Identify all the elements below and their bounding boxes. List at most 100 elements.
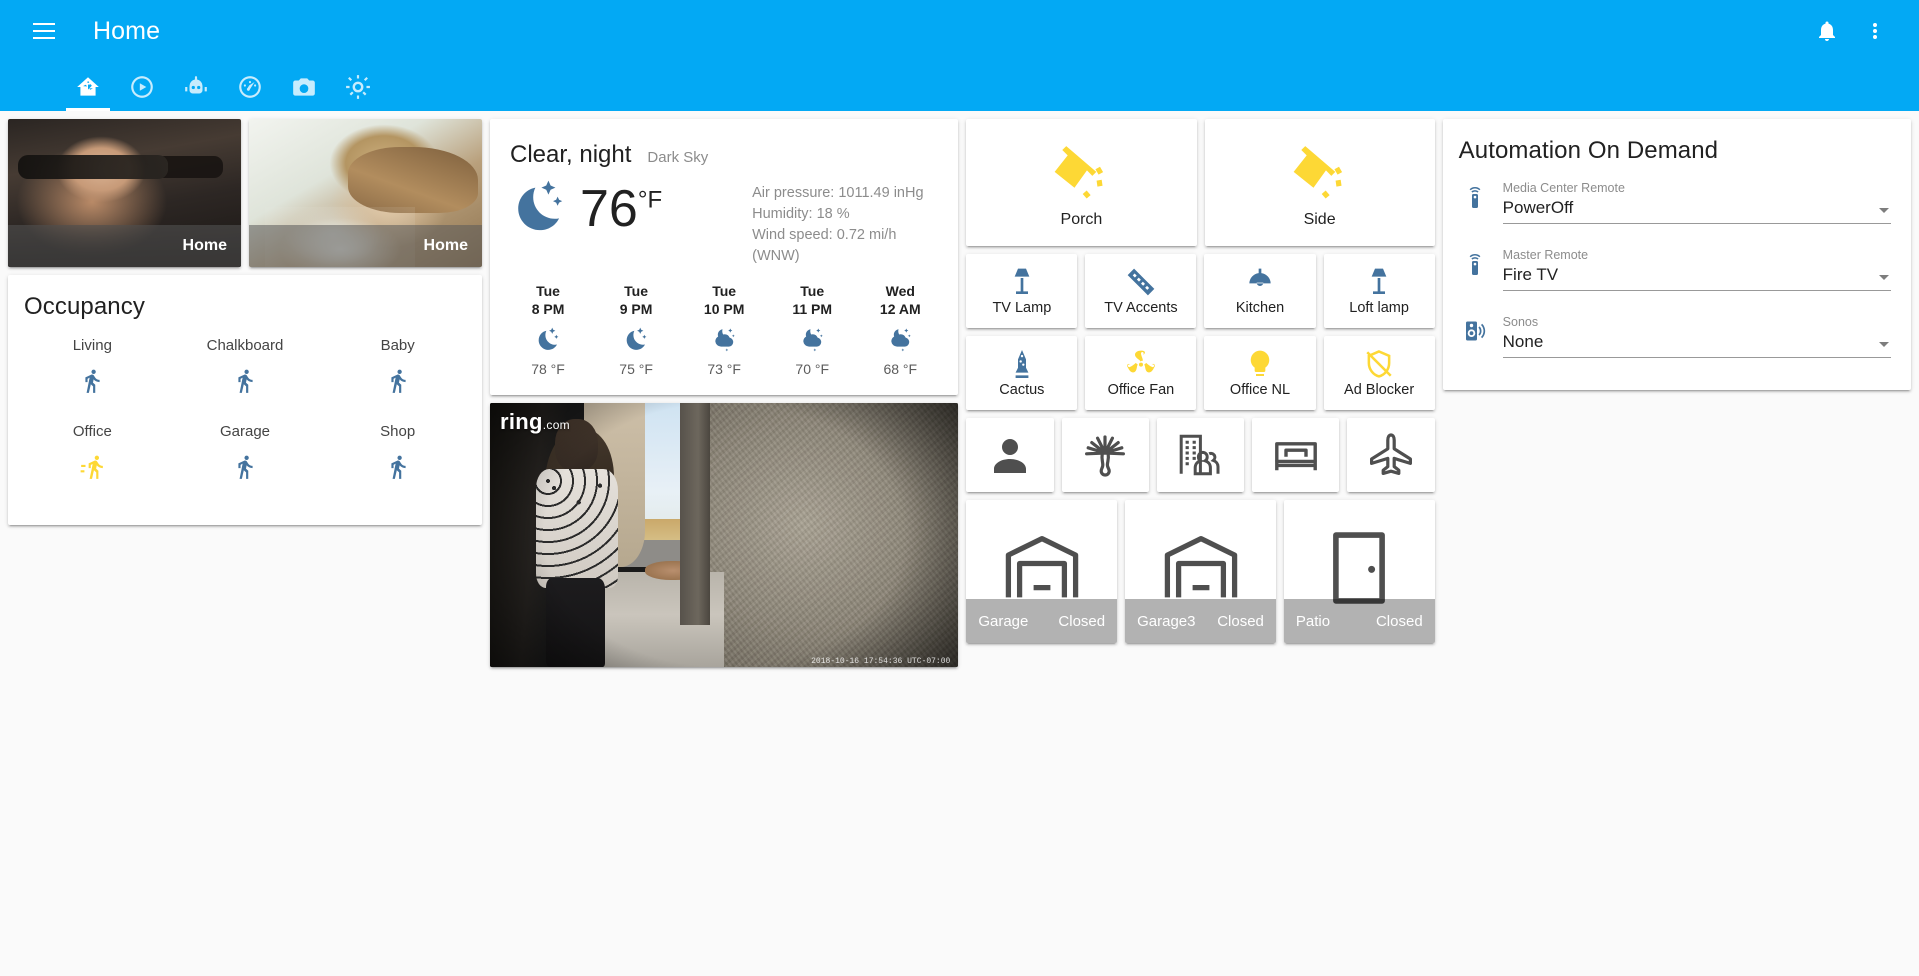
floodlight-row: Porch Side [966, 119, 1435, 246]
remote-icon [1463, 252, 1503, 291]
cover-label: Garage3 [1137, 612, 1196, 630]
person-card-1[interactable]: Home [8, 119, 241, 267]
tab-home[interactable] [62, 62, 114, 111]
led-strip-icon [1127, 268, 1155, 296]
tab-automation[interactable] [170, 62, 222, 111]
camera-card[interactable]: ring.com 2018-10-16 17:54:36 UTC-07:00 [490, 403, 959, 668]
light-label: Porch [1060, 210, 1103, 228]
walk-icon [232, 368, 258, 399]
light-button-loft-lamp[interactable]: Loft lamp [1323, 254, 1435, 328]
column-4: Automation On Demand Media Center Remote… [1439, 115, 1915, 402]
weather-night-icon [515, 318, 581, 361]
tab-cameras[interactable] [278, 62, 330, 111]
select-media-center-remote[interactable]: Media Center Remote PowerOff [1502, 181, 1891, 224]
scene-bed[interactable] [1252, 418, 1340, 492]
airplane-icon [1370, 433, 1413, 475]
toolbar: Home [0, 0, 1919, 62]
dots-vertical-icon[interactable] [1851, 7, 1899, 55]
light-button-tv-accents[interactable]: TV Accents [1085, 254, 1197, 328]
cover-card-garage[interactable]: Garage Closed [966, 500, 1118, 643]
person-cards-row: Home Home [8, 119, 482, 267]
weather-condition: Clear, night [510, 141, 632, 168]
occupancy-sensor-chalkboard[interactable]: Chalkboard [169, 331, 322, 413]
select-row-sonos: Sonos None [1443, 309, 1911, 362]
tab-sensors[interactable] [224, 62, 276, 111]
light-label: Kitchen [1235, 300, 1285, 316]
switch-button-ad-blocker[interactable]: Ad Blocker [1323, 336, 1435, 410]
forecast-temp: 75 °F [619, 361, 653, 378]
person-card-2[interactable]: Home [249, 119, 482, 267]
cover-state: Closed [1375, 612, 1423, 630]
weather-card[interactable]: Clear, night Dark Sky 76°F Air pressure:… [490, 119, 959, 396]
forecast-time: 12 AM [879, 300, 921, 317]
scene-airplane[interactable] [1347, 418, 1435, 492]
scene-palm[interactable] [1061, 418, 1149, 492]
page-title: Home [93, 16, 161, 45]
occupancy-label: Office [72, 423, 112, 440]
forecast-time: 8 PM [531, 300, 565, 317]
select-sonos[interactable]: Sonos None [1502, 315, 1891, 358]
occupancy-sensor-living[interactable]: Living [16, 331, 169, 413]
scene-account[interactable] [966, 418, 1054, 492]
cover-state: Closed [1058, 612, 1106, 630]
cover-footer: Garage3 Closed [1125, 599, 1276, 643]
light-button-porch[interactable]: Porch [966, 119, 1197, 246]
bell-icon[interactable] [1803, 7, 1851, 55]
occupancy-sensor-office[interactable]: Office [16, 417, 169, 499]
light-label: TV Accents [1104, 300, 1178, 316]
forecast-day: Tue [624, 283, 649, 300]
tab-media[interactable] [116, 62, 168, 111]
remote-icon [1463, 185, 1503, 224]
forecast-temp: 73 °F [707, 361, 741, 378]
fan-icon [1127, 350, 1155, 373]
person-state-2: Home [249, 225, 482, 267]
occupancy-label: Garage [219, 423, 271, 440]
cover-footer: Patio Closed [1283, 599, 1435, 643]
automation-card: Automation On Demand Media Center Remote… [1442, 119, 1911, 390]
light-button-tv-lamp[interactable]: TV Lamp [966, 254, 1078, 328]
walk-icon [79, 368, 105, 399]
switch-button-office-fan[interactable]: Office Fan [1085, 336, 1197, 410]
forecast-day: Wed [885, 283, 915, 300]
chevron-down-icon[interactable] [1878, 275, 1889, 280]
cover-card-patio[interactable]: Patio Closed [1283, 500, 1435, 643]
column-3: Porch Side TV Lamp TV Accents Kitchen Lo… [962, 115, 1438, 647]
forecast-item: Wed 12 AM 68 °F [867, 283, 933, 377]
forecast-temp: 70 °F [795, 361, 830, 378]
weather-night-partly-cloudy-icon [691, 318, 757, 361]
weather-temperature: 76°F [580, 183, 662, 235]
light-button-side[interactable]: Side [1204, 119, 1435, 246]
forecast-time: 11 PM [792, 300, 833, 317]
weather-pressure: Air pressure: 1011.49 inHg [752, 185, 924, 201]
weather-main: 76°F Air pressure: 1011.49 inHg Humidity… [490, 169, 958, 267]
weather-humidity: Humidity: 18 % [752, 206, 850, 223]
forecast-item: Tue 8 PM 78 °F [515, 283, 581, 377]
light-label: Office Fan [1107, 382, 1175, 398]
light-button-cactus[interactable]: Cactus [966, 336, 1078, 410]
weather-details: Air pressure: 1011.49 inHg Humidity: 18 … [752, 177, 938, 267]
select-master-remote[interactable]: Master Remote Fire TV [1502, 248, 1891, 291]
occupancy-sensor-garage[interactable]: Garage [169, 417, 322, 499]
weather-night-icon [510, 177, 568, 240]
occupancy-sensor-baby[interactable]: Baby [321, 331, 474, 413]
tab-lights[interactable] [332, 62, 384, 111]
camera-live-view[interactable]: ring.com 2018-10-16 17:54:36 UTC-07:00 [490, 403, 959, 668]
person-state-1: Home [8, 225, 241, 267]
walk-icon [232, 454, 258, 485]
weather-temp-unit: °F [637, 186, 663, 214]
cover-label: Garage [978, 612, 1029, 630]
scene-city[interactable] [1156, 418, 1245, 492]
chevron-down-icon[interactable] [1878, 342, 1889, 347]
cover-card-garage3[interactable]: Garage3 Closed [1125, 500, 1276, 643]
column-1: Home Home Occupancy Living Chalkboard Ba… [4, 115, 486, 537]
chevron-down-icon[interactable] [1878, 208, 1889, 213]
column-2: Clear, night Dark Sky 76°F Air pressure:… [486, 115, 962, 679]
light-button-office-nl[interactable]: Office NL [1204, 336, 1316, 410]
hamburger-menu-icon[interactable] [20, 7, 68, 55]
tab-bar [0, 62, 1919, 111]
light-label: Side [1303, 210, 1336, 228]
occupancy-sensor-shop[interactable]: Shop [321, 417, 474, 499]
forecast-day: Tue [536, 283, 560, 300]
floor-lamp-icon [1014, 268, 1030, 294]
light-button-kitchen[interactable]: Kitchen [1204, 254, 1316, 328]
